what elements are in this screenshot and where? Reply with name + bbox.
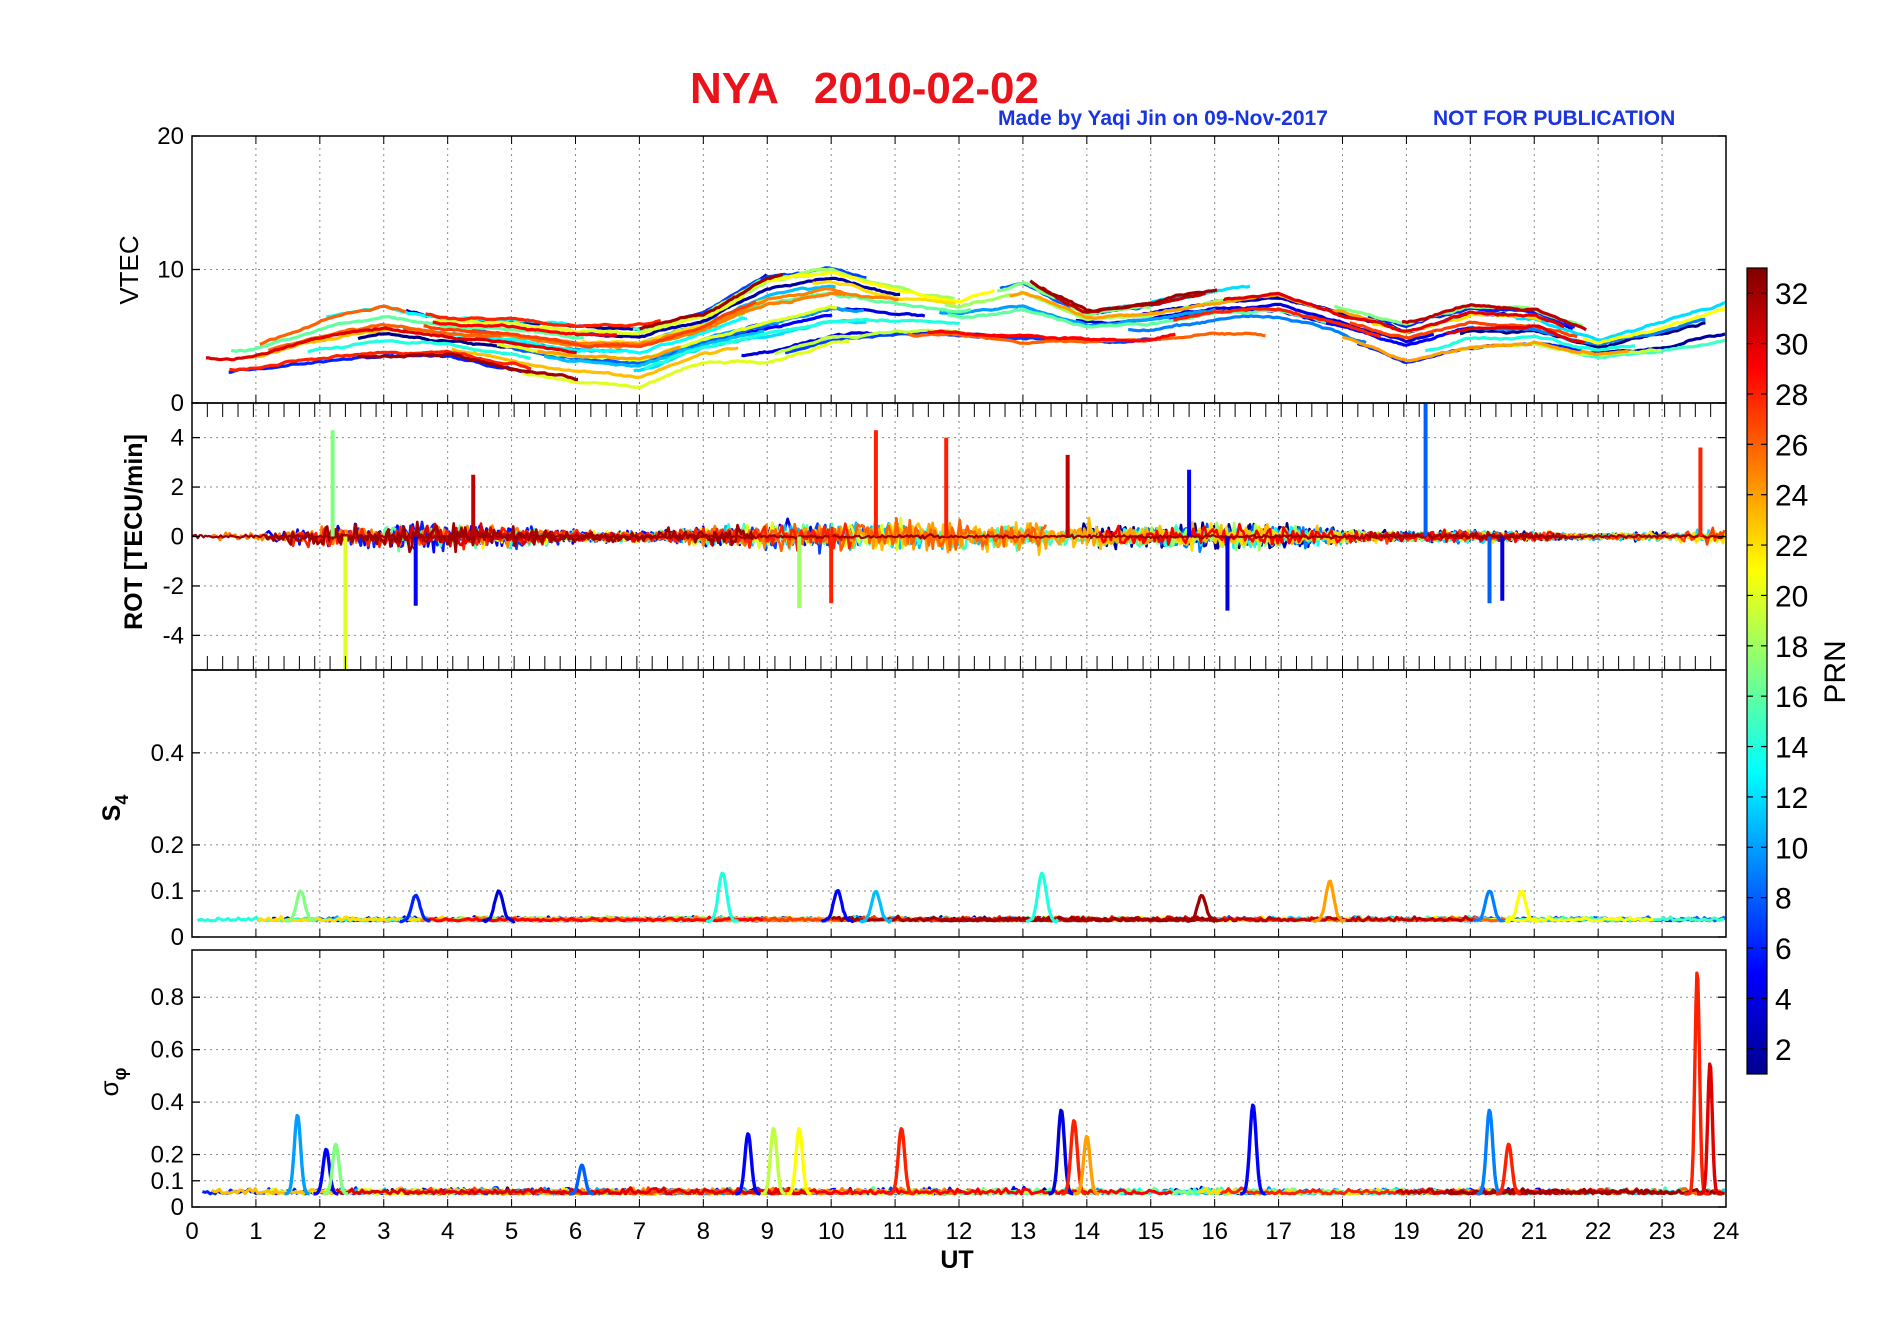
- vtec-grid: [192, 136, 1726, 403]
- x-tick-label: 17: [1265, 1218, 1292, 1245]
- sigma-series-prn-29: [751, 1186, 1174, 1196]
- s4-peak: [1313, 879, 1347, 924]
- sigma-peak: [734, 1132, 761, 1196]
- x-tick-label: 1: [249, 1218, 262, 1245]
- s4-panel: 0 0.1 0.2 0.4 S4: [98, 669, 1727, 951]
- s4-ytick-label: 0.4: [151, 740, 184, 767]
- colorbar-tick-label: 24: [1775, 480, 1808, 513]
- x-tick-label: 23: [1649, 1218, 1676, 1245]
- sigma-peak: [1476, 1108, 1503, 1196]
- x-tick-label: 14: [1073, 1218, 1100, 1245]
- sigma-ytick-label: 0: [171, 1194, 184, 1221]
- s4-ylabel-main: S: [98, 805, 126, 822]
- vtec-ylabel: VTEC: [114, 235, 144, 304]
- s4-ylabel: S4: [98, 795, 132, 822]
- x-tick-label: 15: [1137, 1218, 1164, 1245]
- s4-peak: [1025, 871, 1060, 924]
- s4-traces: [196, 871, 1726, 924]
- x-tick-label: 18: [1329, 1218, 1356, 1245]
- colorbar-tick-label: 14: [1775, 732, 1808, 765]
- colorbar-tick-label: 32: [1775, 278, 1808, 311]
- vtec-series-prn-4: [745, 306, 926, 330]
- s4-ytick-label: 0.2: [151, 832, 184, 859]
- rot-ylabel: ROT [TECU/min]: [120, 434, 148, 630]
- colorbar-tick-label: 10: [1775, 832, 1808, 865]
- x-tick-label: 16: [1201, 1218, 1228, 1245]
- colorbar-tick-label: 30: [1775, 329, 1808, 362]
- vtec-traces: [206, 266, 1727, 390]
- colorbar-gradient: [1746, 267, 1768, 1075]
- x-tick-label: 10: [818, 1218, 845, 1245]
- sigma-ytick-label: 0.4: [151, 1089, 184, 1116]
- s4-peak: [1472, 889, 1506, 923]
- sigma-ylabel: σφ: [94, 1067, 130, 1096]
- x-tick-label: 19: [1393, 1218, 1420, 1245]
- x-tick-label: 7: [633, 1218, 646, 1245]
- sigma-ytick-label: 0.6: [151, 1037, 184, 1064]
- sigma-xticks: 0 1 2 3 4 5 6 7 8 9 10 11 12 13 14 15 16 17 18 19 20 21 22 23 24: [185, 1218, 1739, 1245]
- sigma-ylabel-sub: φ: [110, 1067, 130, 1080]
- vtec-ytick-label: 0: [171, 390, 184, 417]
- colorbar-tick-label: 12: [1775, 782, 1808, 815]
- sigma-ylabel-main: σ: [94, 1080, 124, 1096]
- colorbar-tick-label: 26: [1775, 429, 1808, 462]
- colorbar-tick-label: 22: [1775, 530, 1808, 563]
- colorbar-tick-label: 18: [1775, 631, 1808, 664]
- x-tick-label: 22: [1585, 1218, 1612, 1245]
- vtec-ytick-label: 20: [157, 123, 184, 150]
- rot-ytick-label: 2: [171, 474, 184, 501]
- colorbar-label: PRN: [1819, 640, 1852, 703]
- s4-yticks: 0 0.1 0.2 0.4: [151, 670, 1727, 951]
- rot-ytick-label: 0: [171, 524, 184, 551]
- figure: 01020 VTEC -4-2024 ROT [TECU/min] 00.10.…: [94, 123, 1852, 1274]
- sigma-peak: [760, 1127, 787, 1196]
- x-tick-label: 6: [569, 1218, 582, 1245]
- sigma-traces: [201, 971, 1727, 1196]
- colorbar-tick-label: 28: [1775, 379, 1808, 412]
- colorbar-tick-label: 2: [1775, 1034, 1792, 1067]
- colorbar-tick-label: 20: [1775, 580, 1808, 613]
- x-tick-label: 8: [697, 1218, 710, 1245]
- sigma-phi-panel: 00.10.20.40.60.8 0 1 2 3 4 5 6 7 8 9 10 11 12 13 14 15 1…: [94, 949, 1739, 1274]
- x-tick-label: 4: [441, 1218, 454, 1245]
- s4-ylabel-sub: 4: [112, 795, 132, 805]
- rot-panel: -4 -2 0 2 4 ROT [TECU/min]: [120, 402, 1727, 671]
- x-axis-label: UT: [940, 1246, 973, 1274]
- x-tick-label: 12: [946, 1218, 973, 1245]
- x-tick-label: 13: [1010, 1218, 1037, 1245]
- colorbar-tick-label: 4: [1775, 983, 1792, 1016]
- prn-colorbar: 2468101214161820222426283032 PRN: [1746, 267, 1852, 1075]
- x-tick-label: 20: [1457, 1218, 1484, 1245]
- rot-traces: [191, 403, 1727, 670]
- vtec-panel: 0 10 20 VTEC: [114, 123, 1727, 417]
- x-tick-label: 24: [1713, 1218, 1740, 1245]
- x-tick-label: 0: [185, 1218, 198, 1245]
- colorbar-tick-label: 6: [1775, 933, 1792, 966]
- s4-peak: [705, 871, 739, 924]
- sigma-peak: [785, 1127, 813, 1196]
- vtec-yticks: 0 10 20: [157, 123, 1727, 417]
- x-tick-label: 3: [377, 1218, 390, 1245]
- rot-ytick-label: -2: [163, 573, 184, 600]
- colorbar-tick-label: 16: [1775, 681, 1808, 714]
- s4-peak: [284, 889, 317, 923]
- s4-ytick-label: 0: [171, 924, 184, 951]
- x-tick-label: 9: [761, 1218, 774, 1245]
- sigma-peak: [888, 1127, 915, 1196]
- x-tick-label: 21: [1521, 1218, 1548, 1245]
- rot-ytick-label: -4: [163, 622, 184, 649]
- colorbar-tick-label: 8: [1775, 883, 1792, 916]
- sigma-ytick-label: 0.1: [151, 1168, 184, 1195]
- sigma-ytick-label: 0.2: [151, 1142, 184, 1169]
- vtec-ytick-label: 10: [157, 257, 184, 284]
- rot-ytick-label: 4: [171, 425, 184, 452]
- s4-ytick-label: 0.1: [151, 878, 184, 905]
- sigma-peak: [1495, 1142, 1522, 1196]
- sigma-ytick-label: 0.8: [151, 984, 184, 1011]
- x-tick-label: 5: [505, 1218, 518, 1245]
- x-tick-label: 2: [313, 1218, 326, 1245]
- s4-grid: [192, 670, 1726, 937]
- x-tick-label: 11: [883, 1218, 908, 1245]
